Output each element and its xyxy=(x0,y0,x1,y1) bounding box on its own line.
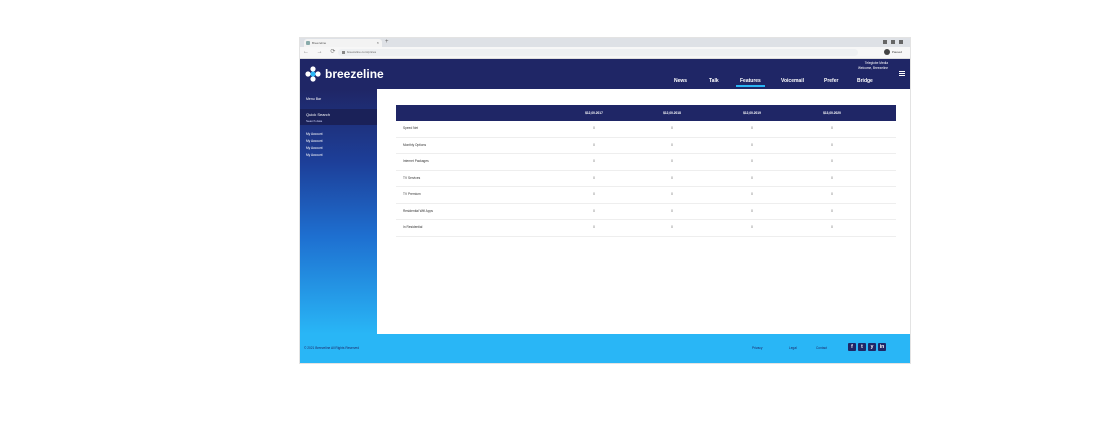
table-row: TV Services 0 0 0 0 xyxy=(396,171,896,187)
table-cell: 0 xyxy=(671,225,673,229)
facebook-icon[interactable]: f xyxy=(848,343,856,351)
table-cell: 0 xyxy=(831,208,833,213)
tab-close-icon[interactable]: × xyxy=(377,39,379,47)
row-label: Internet Packages xyxy=(403,159,429,163)
sidebar-link[interactable]: My Account xyxy=(306,139,322,143)
avatar-icon xyxy=(883,49,890,56)
twitter-icon[interactable]: t xyxy=(858,343,866,351)
sidebar-search-section[interactable]: Quick Search Search data xyxy=(300,109,377,125)
table-cell: 0 xyxy=(593,225,595,229)
table-cell: 0 xyxy=(751,126,753,130)
table-cell: 0 xyxy=(593,142,595,147)
profile-button[interactable]: Paused xyxy=(883,49,902,56)
youtube-icon[interactable]: y xyxy=(868,343,876,351)
favicon-icon xyxy=(306,41,310,45)
table-cell: 0 xyxy=(751,208,753,213)
table-row: Speed Net 0 0 0 0 xyxy=(396,121,896,138)
table-cell: 0 xyxy=(593,208,595,213)
table-row: Monthly Options 0 0 0 0 xyxy=(396,138,896,154)
pricing-table: $12,00.2017 $12,00.2018 $12,00.2019 $13,… xyxy=(396,105,896,237)
table-row: Residential Wifi Apps 0 0 0 0 xyxy=(396,204,896,220)
row-label: TV Premium xyxy=(403,192,421,196)
minimize-icon[interactable] xyxy=(883,39,887,44)
column-header: $12,00.2018 xyxy=(663,111,681,115)
table-cell: 0 xyxy=(671,142,673,147)
table-cell: 0 xyxy=(831,159,833,163)
table-cell: 0 xyxy=(671,192,673,196)
table-cell: 0 xyxy=(831,142,833,147)
window-controls xyxy=(883,38,907,47)
table-cell: 0 xyxy=(671,175,673,180)
row-label: Monthly Options xyxy=(403,142,427,147)
tagline-line2: Welcome, Breezeline xyxy=(857,65,888,70)
column-header: $13,00.2020 xyxy=(823,111,841,115)
table-cell: 0 xyxy=(593,192,595,196)
table-cell: 0 xyxy=(751,159,753,163)
table-cell: 0 xyxy=(751,142,753,147)
table-cell: 0 xyxy=(831,192,833,196)
sidebar-title: Menu Bar xyxy=(306,97,322,101)
table-cell: 0 xyxy=(831,126,833,130)
footer-link-privacy[interactable]: Privacy xyxy=(752,346,762,350)
table-cell: 0 xyxy=(751,175,753,180)
address-bar-row: ← → ⟳ breezeline.com/prices Paused xyxy=(300,47,910,59)
table-cell: 0 xyxy=(671,159,673,163)
sidebar-search-label: Quick Search xyxy=(306,112,331,117)
sidebar-link[interactable]: My Account xyxy=(306,146,322,150)
browser-tab[interactable]: Breezeline × xyxy=(304,39,382,47)
nav-news[interactable]: News xyxy=(674,78,687,84)
sidebar: Menu Bar Quick Search Search data My Acc… xyxy=(300,89,377,334)
nav-bridge[interactable]: Bridge xyxy=(857,78,873,84)
table-cell: 0 xyxy=(831,175,833,180)
column-header: $12,00.2017 xyxy=(585,111,603,115)
sidebar-link[interactable]: My Account xyxy=(306,153,322,157)
maximize-icon[interactable] xyxy=(891,39,895,44)
table-cell: 0 xyxy=(593,126,595,130)
site-header: breezeline Teleglobe Media Welcome, Bree… xyxy=(300,59,910,89)
linkedin-icon[interactable]: in xyxy=(878,343,886,351)
nav-features[interactable]: Features xyxy=(736,78,765,87)
table-cell: 0 xyxy=(593,175,595,180)
nav-talk[interactable]: Talk xyxy=(709,78,719,84)
footer-link-contact[interactable]: Contact xyxy=(816,346,827,350)
url-field[interactable]: breezeline.com/prices xyxy=(338,49,858,56)
logo-text: breezeline xyxy=(325,67,384,81)
table-row: In Residential 0 0 0 0 xyxy=(396,220,896,237)
row-label: In Residential xyxy=(403,225,423,229)
hamburger-menu-icon[interactable] xyxy=(899,71,905,77)
browser-tab-bar: Breezeline × + xyxy=(300,38,910,47)
table-cell: 0 xyxy=(831,225,833,229)
table-cell: 0 xyxy=(671,208,673,213)
table-cell: 0 xyxy=(751,192,753,196)
nav-buttons[interactable]: ← → ⟳ xyxy=(303,47,338,58)
lock-icon xyxy=(342,50,345,54)
row-label: TV Services xyxy=(403,175,421,180)
table-row: Internet Packages 0 0 0 0 xyxy=(396,154,896,171)
row-label: Residential Wifi Apps xyxy=(403,208,433,213)
header-tagline: Teleglobe Media Welcome, Breezeline xyxy=(858,61,888,70)
table-cell: 0 xyxy=(751,225,753,229)
sidebar-search-sub: Search data xyxy=(306,119,323,123)
nav-prefer[interactable]: Prefer xyxy=(824,78,838,84)
footer-copyright: © 2021 Breezeline All Rights Reserved xyxy=(304,346,359,350)
table-cell: 0 xyxy=(593,159,595,163)
tab-title: Breezeline xyxy=(312,41,327,45)
sidebar-link[interactable]: My Account xyxy=(306,132,322,136)
footer-link-legal[interactable]: Legal xyxy=(789,346,797,350)
nav-voicemail[interactable]: Voicemail xyxy=(781,78,804,84)
table-row: TV Premium 0 0 0 0 xyxy=(396,187,896,204)
main-content: $12,00.2017 $12,00.2018 $12,00.2019 $13,… xyxy=(377,89,910,334)
table-cell: 0 xyxy=(671,126,673,130)
new-tab-button[interactable]: + xyxy=(385,38,389,47)
url-text: breezeline.com/prices xyxy=(347,50,377,54)
table-header: $12,00.2017 $12,00.2018 $12,00.2019 $13,… xyxy=(396,105,896,121)
logo-mark-icon xyxy=(305,66,321,82)
row-label: Speed Net xyxy=(403,126,419,130)
browser-screenshot: Breezeline × + ← → ⟳ breezeline.com/pric… xyxy=(300,38,910,363)
close-window-icon[interactable] xyxy=(899,39,903,44)
column-header: $12,00.2019 xyxy=(743,111,761,115)
site-footer: © 2021 Breezeline All Rights Reserved Pr… xyxy=(300,334,910,363)
profile-label: Paused xyxy=(891,50,902,54)
